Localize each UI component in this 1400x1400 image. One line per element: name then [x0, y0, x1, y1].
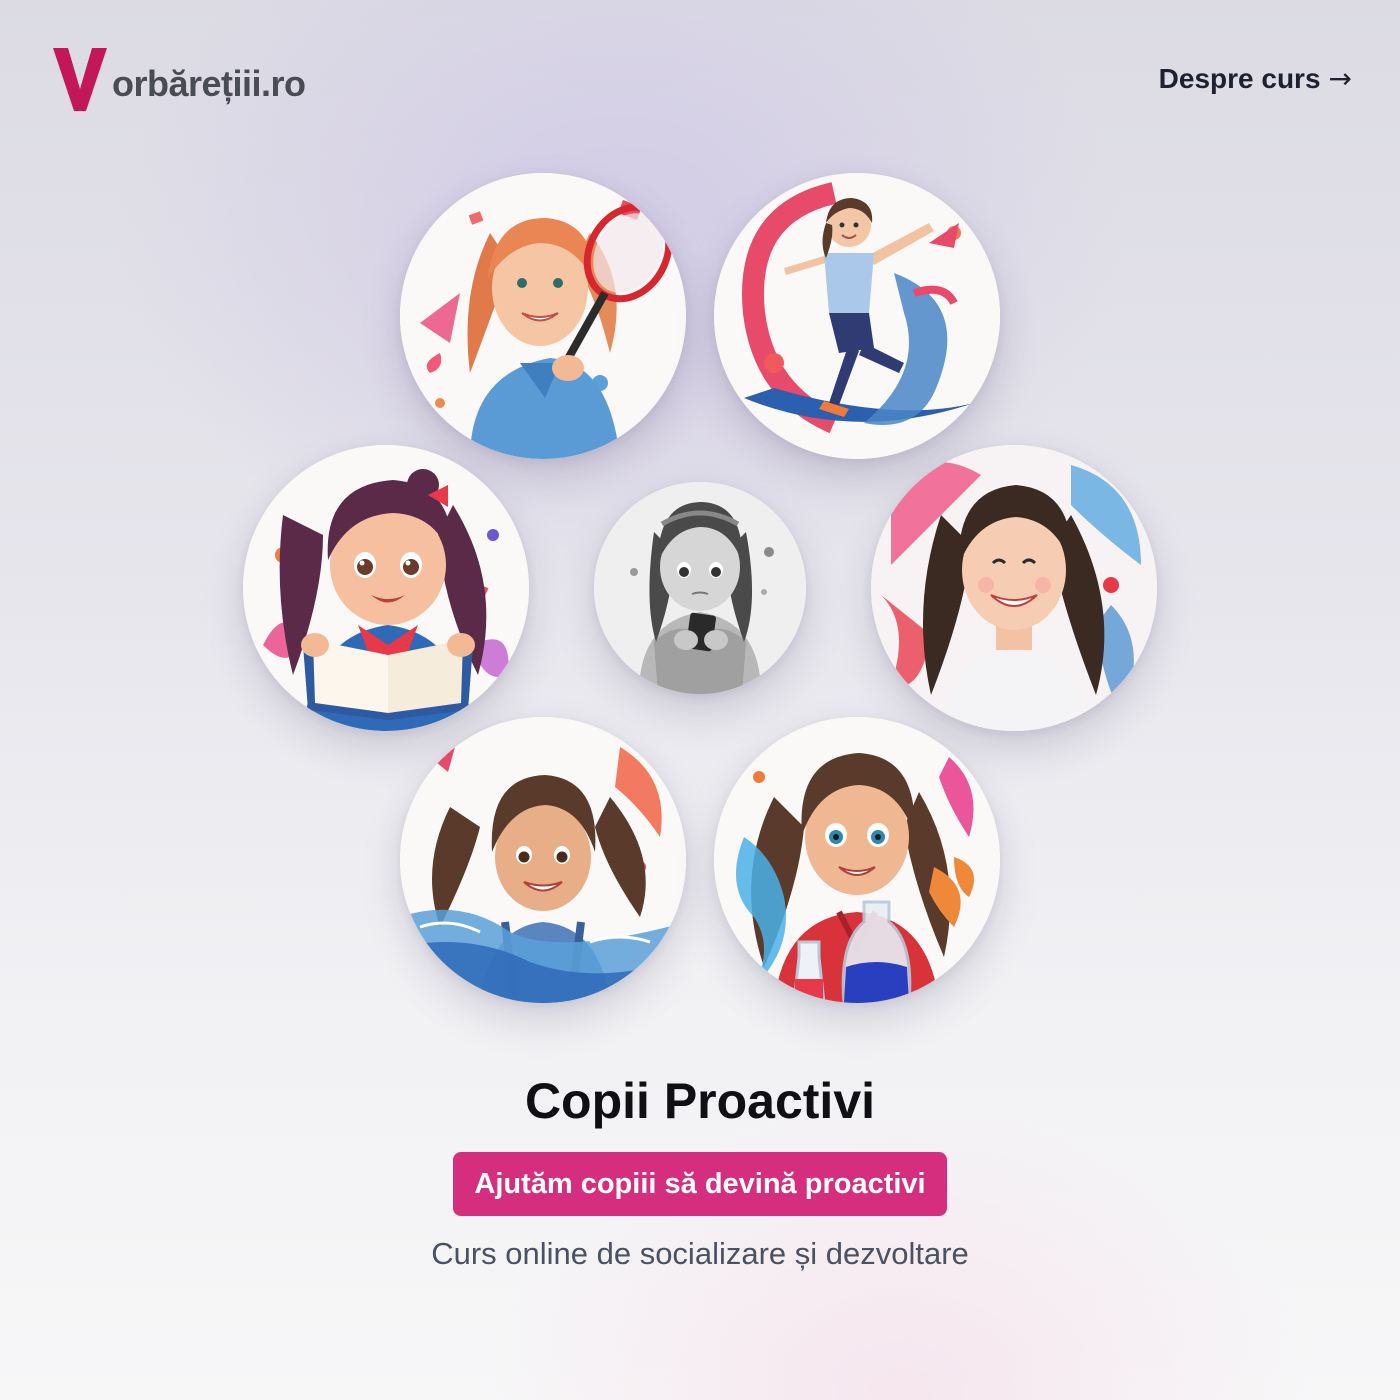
- girl-dancing-illustration: [714, 173, 1000, 459]
- site-header: orbărețiii.ro Despre curs →: [0, 0, 1400, 160]
- logo-text: orbărețiii.ro: [112, 63, 306, 104]
- despre-curs-link[interactable]: Despre curs →: [1159, 62, 1352, 95]
- cta-button[interactable]: Ajutăm copiii să devină proactivi: [453, 1152, 947, 1216]
- page-title: Copii Proactivi: [524, 1073, 876, 1129]
- girl-smiling-paint-splash-illustration: [871, 445, 1157, 731]
- site-logo[interactable]: orbărețiii.ro: [52, 44, 306, 114]
- nav-link-label: Despre curs: [1158, 62, 1321, 94]
- girl-science-experiment-illustration: [714, 717, 1000, 1003]
- girl-with-phone-illustration: [594, 482, 806, 694]
- page-subtitle: Curs online de socializare și dezvoltare: [431, 1236, 969, 1271]
- girl-reading-book-illustration: [243, 445, 529, 731]
- logo-v-icon: [53, 48, 107, 111]
- girl-swimming-illustration: [400, 717, 686, 1003]
- girl-with-tennis-racket-illustration: [400, 173, 686, 459]
- arrow-right-icon: →: [1328, 62, 1352, 95]
